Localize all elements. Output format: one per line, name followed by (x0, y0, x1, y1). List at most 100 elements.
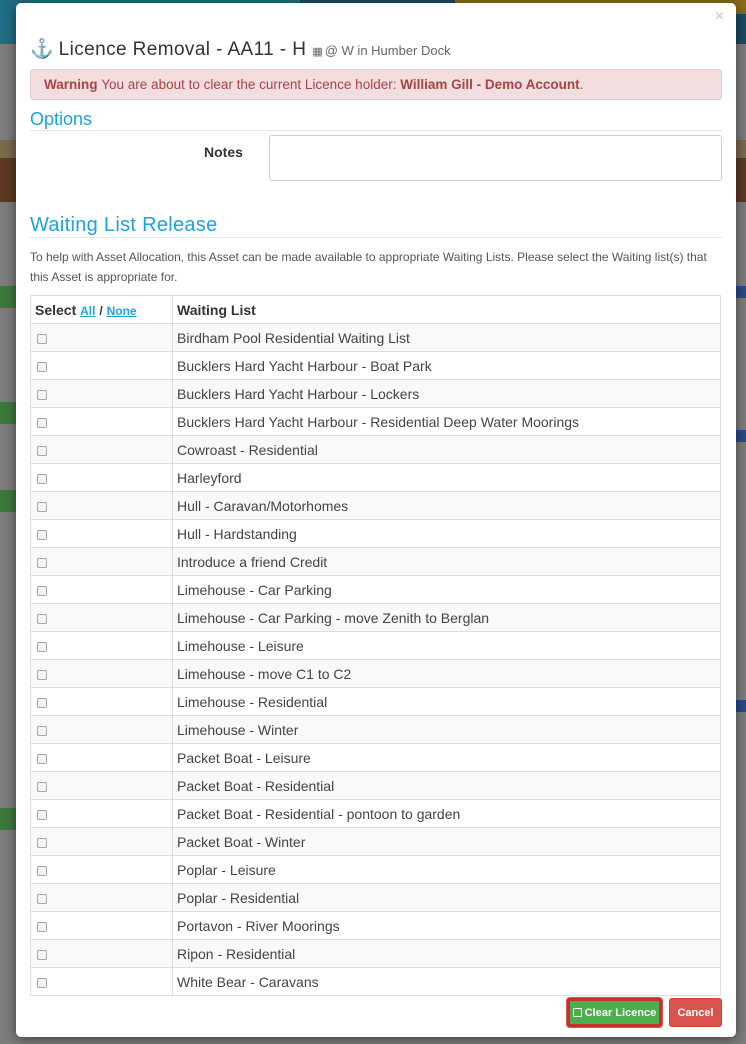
warning-label: Warning (44, 77, 98, 92)
waiting-list-name: Limehouse - Car Parking - move Zenith to… (172, 603, 721, 632)
waiting-list-name: Bucklers Hard Yacht Harbour - Lockers (172, 379, 721, 408)
waiting-list-checkbox[interactable] (37, 921, 47, 932)
waiting-list-heading: Waiting List Release (30, 214, 218, 236)
row-select-cell (30, 491, 173, 520)
row-select-cell (30, 883, 173, 912)
waiting-list-name: Limehouse - Leisure (172, 631, 721, 660)
waiting-list-name: Packet Boat - Residential (172, 771, 721, 800)
waiting-list-name: Hull - Caravan/Motorhomes (172, 491, 721, 520)
waiting-list-checkbox[interactable] (37, 893, 47, 904)
waiting-list-checkbox[interactable] (37, 501, 47, 512)
row-select-cell (30, 659, 173, 688)
row-select-cell (30, 603, 173, 632)
row-select-cell (30, 855, 173, 884)
waiting-list-rows: Birdham Pool Residential Waiting List Buc… (30, 323, 721, 996)
notes-textarea[interactable] (269, 135, 722, 181)
waiting-list-name: Limehouse - Winter (172, 715, 721, 744)
warning-suffix: . (579, 77, 584, 92)
licence-holder-name: William Gill - Demo Account (400, 77, 580, 92)
clear-licence-label: Clear Licence (584, 1006, 657, 1019)
table-header-row: Select All / None Waiting List (30, 295, 721, 324)
background-badge (736, 430, 746, 442)
row-select-cell (30, 827, 173, 856)
waiting-list-checkbox[interactable] (37, 417, 47, 428)
waiting-list-name: Ripon - Residential (172, 939, 721, 968)
row-select-cell (30, 743, 173, 772)
row-select-cell (30, 547, 173, 576)
waiting-list-checkbox[interactable] (37, 389, 47, 400)
waiting-list-name: Birdham Pool Residential Waiting List (172, 323, 721, 352)
table-row: Bucklers Hard Yacht Harbour - Residentia… (30, 407, 721, 436)
background-badge (0, 402, 16, 424)
warning-alert: Warning You are about to clear the curre… (30, 69, 722, 100)
waiting-list-name: Bucklers Hard Yacht Harbour - Boat Park (172, 351, 721, 380)
waiting-list-checkbox[interactable] (37, 809, 47, 820)
table-row: Packet Boat - Winter (30, 827, 721, 856)
background-badge (736, 286, 746, 298)
waiting-list-checkbox[interactable] (37, 725, 47, 736)
waiting-list-name: Bucklers Hard Yacht Harbour - Residentia… (172, 407, 721, 436)
waiting-list-checkbox[interactable] (37, 361, 47, 372)
waiting-list-checkbox[interactable] (37, 977, 47, 988)
select-column-header: Select All / None (30, 295, 173, 324)
options-heading: Options (30, 109, 93, 129)
waiting-list-column-header: Waiting List (172, 295, 721, 324)
table-row: Poplar - Residential (30, 883, 721, 912)
clear-licence-button[interactable]: Clear Licence (567, 998, 662, 1027)
close-icon[interactable]: × (715, 9, 724, 25)
table-row: Hull - Caravan/Motorhomes (30, 491, 721, 520)
waiting-list-name: Limehouse - move C1 to C2 (172, 659, 721, 688)
row-select-cell (30, 435, 173, 464)
waiting-list-checkbox[interactable] (37, 585, 47, 596)
waiting-list-checkbox[interactable] (37, 529, 47, 540)
cancel-button[interactable]: Cancel (669, 998, 722, 1027)
waiting-list-checkbox[interactable] (37, 697, 47, 708)
waiting-list-checkbox[interactable] (37, 837, 47, 848)
waiting-list-name: Cowroast - Residential (172, 435, 721, 464)
waiting-list-checkbox[interactable] (37, 473, 47, 484)
notes-label: Notes (204, 144, 243, 160)
waiting-list-checkbox[interactable] (37, 949, 47, 960)
table-row: Harleyford (30, 463, 721, 492)
waiting-list-checkbox[interactable] (37, 557, 47, 568)
row-select-cell (30, 323, 173, 352)
waiting-list-checkbox[interactable] (37, 333, 47, 344)
table-row: Limehouse - Residential (30, 687, 721, 716)
row-select-cell (30, 967, 173, 996)
table-row: Limehouse - move C1 to C2 (30, 659, 721, 688)
select-header-label: Select (35, 301, 77, 318)
table-row: Introduce a friend Credit (30, 547, 721, 576)
row-select-cell (30, 771, 173, 800)
asset-location: @ W in Humber Dock (324, 43, 451, 58)
table-row: Ripon - Residential (30, 939, 721, 968)
background-badge (0, 286, 16, 308)
modal-header: ⚓ Licence Removal - AA11 - H ▦ @ W in Hu… (30, 37, 451, 63)
select-all-link[interactable]: All (80, 304, 95, 318)
waiting-list-name: Packet Boat - Residential - pontoon to g… (172, 799, 721, 828)
table-row: Bucklers Hard Yacht Harbour - Boat Park (30, 351, 721, 380)
waiting-list-name: Poplar - Leisure (172, 855, 721, 884)
waiting-list-checkbox[interactable] (37, 445, 47, 456)
waiting-list-checkbox[interactable] (37, 669, 47, 680)
warning-message: You are about to clear the current Licen… (101, 77, 397, 92)
waiting-list-checkbox[interactable] (37, 613, 47, 624)
options-divider (30, 130, 722, 131)
waiting-list-checkbox[interactable] (37, 781, 47, 792)
waiting-list-checkbox[interactable] (37, 865, 47, 876)
calendar-icon: ▦ (312, 46, 323, 58)
waiting-list-checkbox[interactable] (37, 641, 47, 652)
table-row: Packet Boat - Leisure (30, 743, 721, 772)
row-select-cell (30, 687, 173, 716)
waiting-list-checkbox[interactable] (37, 753, 47, 764)
waiting-list-name: Limehouse - Car Parking (172, 575, 721, 604)
row-select-cell (30, 911, 173, 940)
row-select-cell (30, 351, 173, 380)
table-row: Limehouse - Leisure (30, 631, 721, 660)
row-select-cell (30, 463, 173, 492)
row-select-cell (30, 939, 173, 968)
waiting-list-name: Packet Boat - Leisure (172, 743, 721, 772)
waiting-list-name: Hull - Hardstanding (172, 519, 721, 548)
waiting-list-name: White Bear - Caravans (172, 967, 721, 996)
table-row: Cowroast - Residential (30, 435, 721, 464)
select-none-link[interactable]: None (107, 304, 137, 318)
